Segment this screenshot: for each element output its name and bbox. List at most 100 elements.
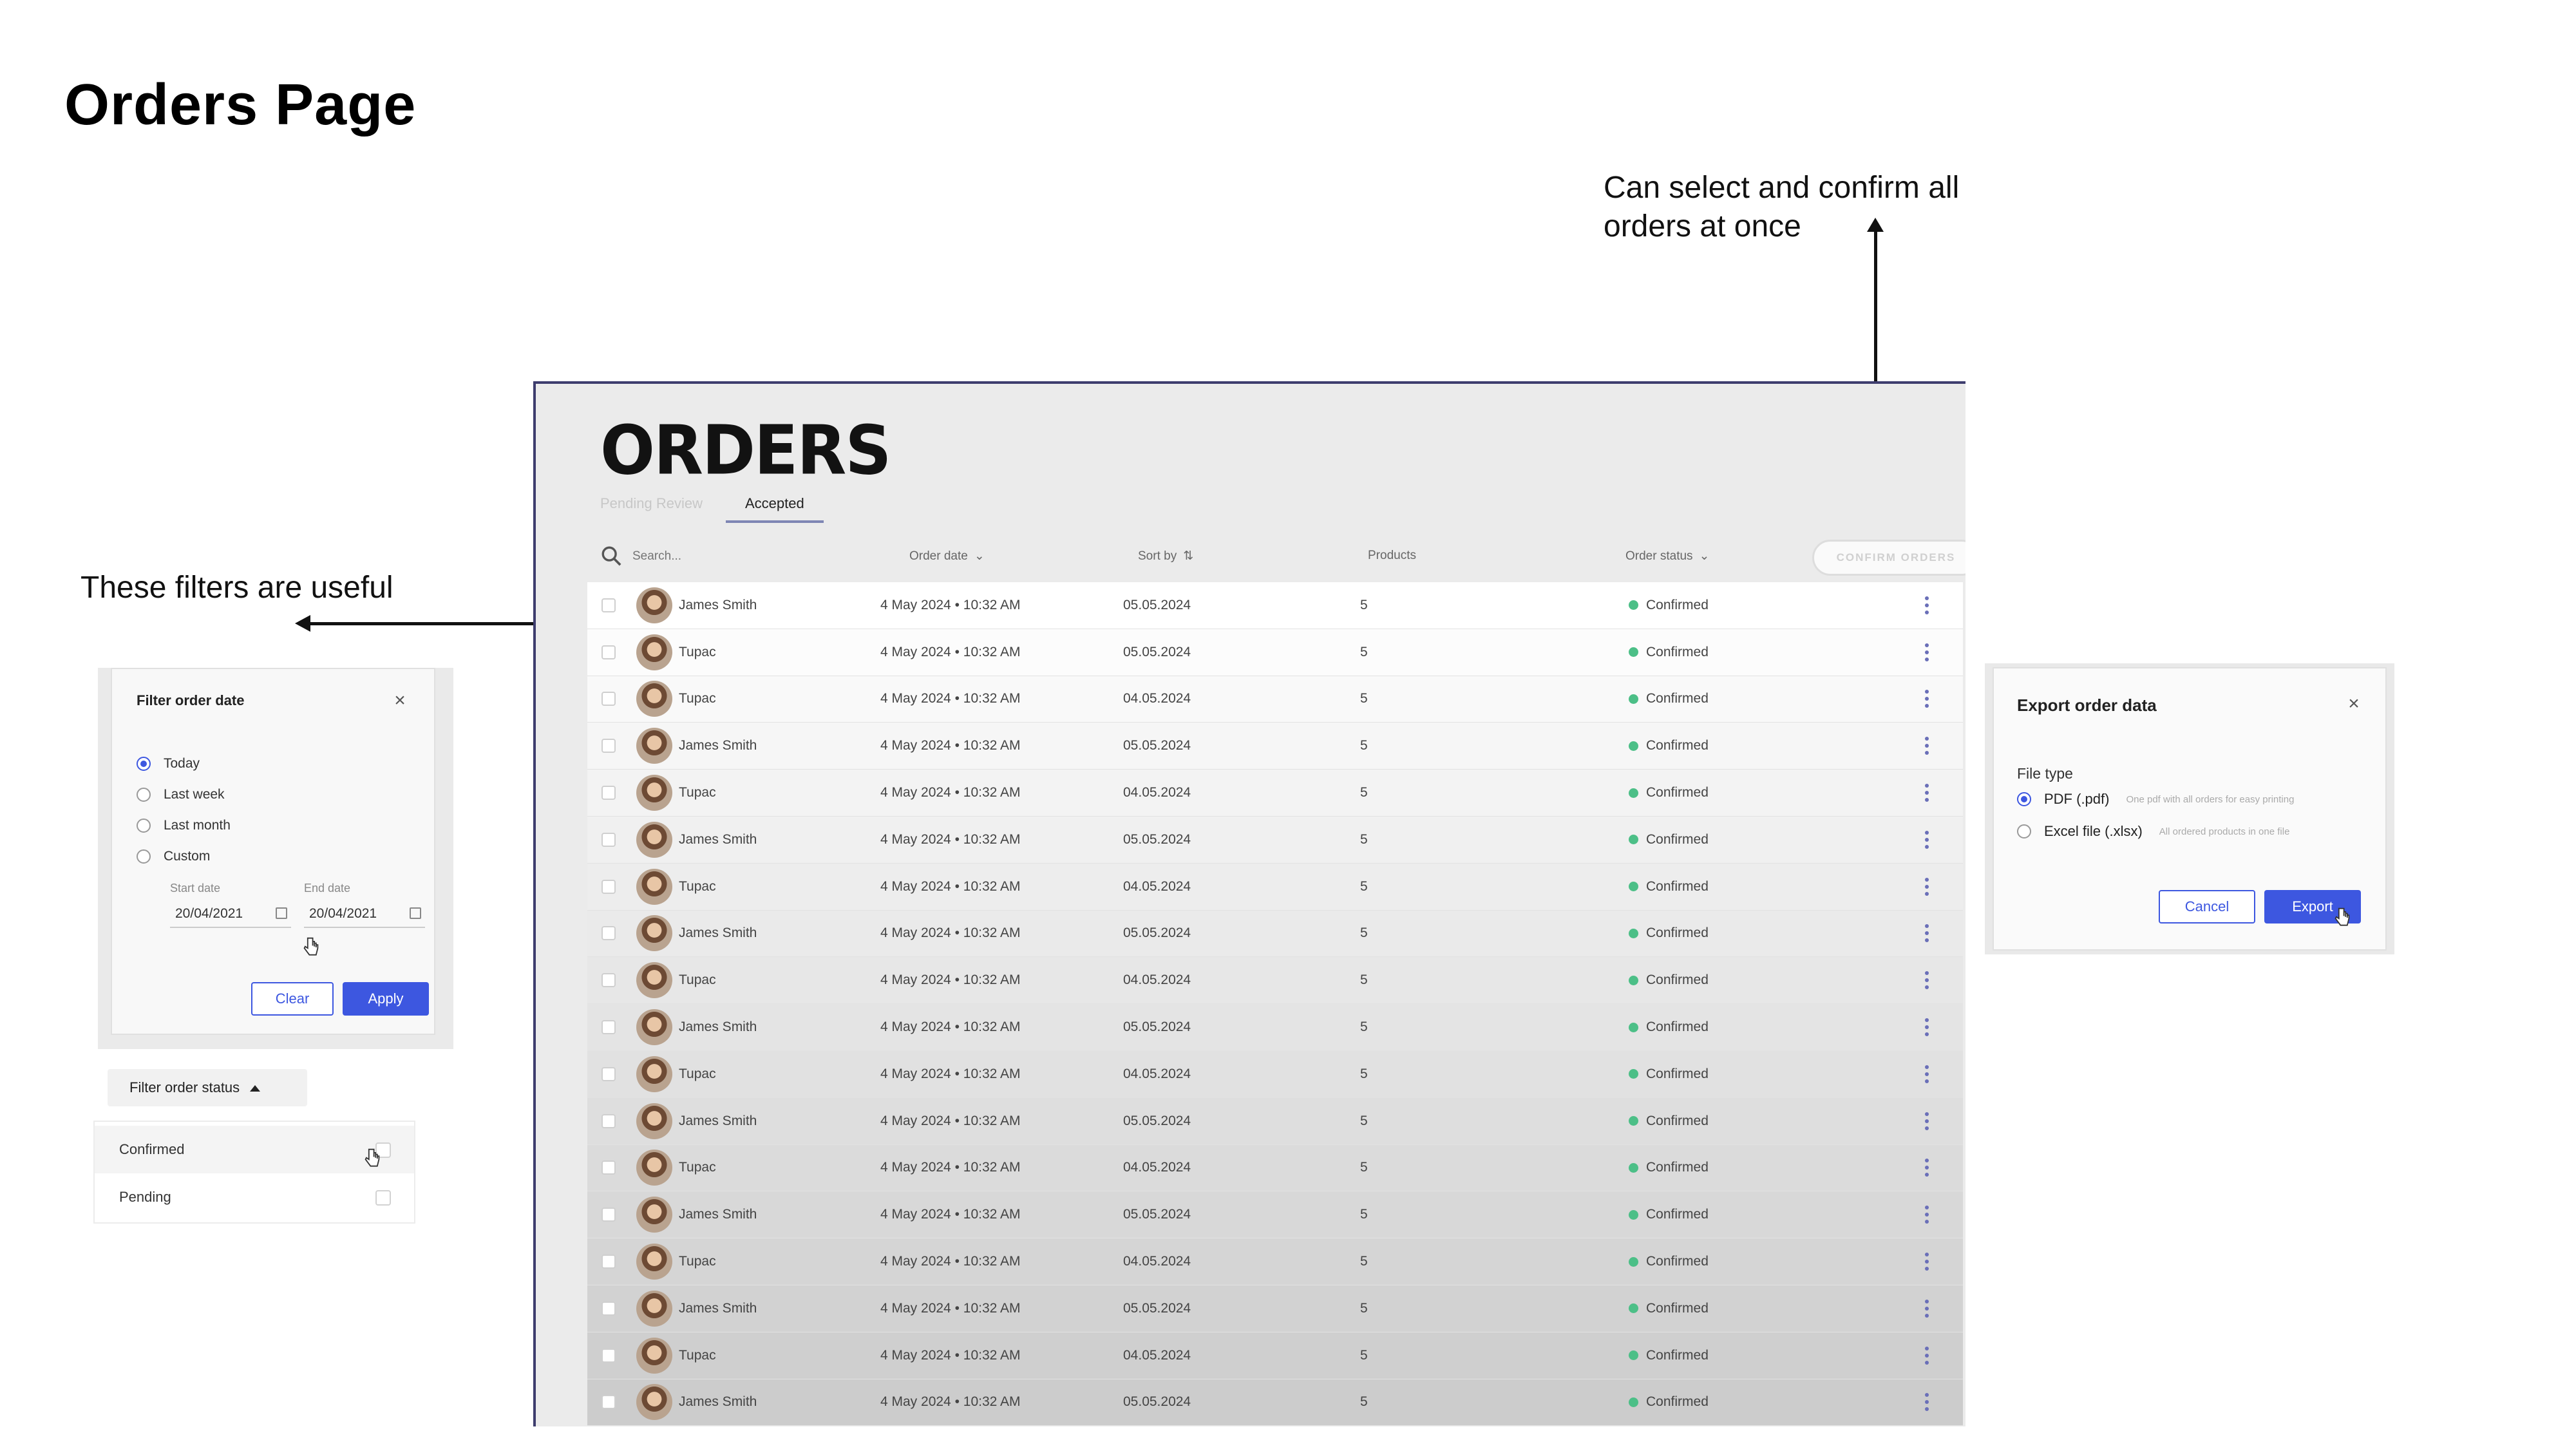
order-status-filter[interactable]: Order status ⌄ [1625,549,1709,564]
row-checkbox[interactable] [601,598,616,612]
more-options-icon[interactable] [1914,1202,1940,1227]
row-checkbox[interactable] [601,1160,616,1175]
search-input[interactable] [632,545,761,568]
row-checkbox[interactable] [601,1208,616,1222]
status-option-pending[interactable]: Pending [95,1173,414,1221]
table-row[interactable]: James Smith 4 May 2024 • 10:32 AM 05.05.20… [587,1097,1963,1145]
radio-button[interactable] [137,819,151,833]
radio-custom[interactable]: Custom [137,849,210,864]
radio-button[interactable] [137,757,151,771]
avatar [636,962,672,999]
search-icon[interactable] [600,545,622,567]
row-checkbox[interactable] [601,926,616,941]
start-date-field[interactable]: 20/04/2021 [170,900,291,928]
more-options-icon[interactable] [1914,1155,1940,1180]
row-checkbox[interactable] [601,832,616,847]
table-row[interactable]: Tupac 4 May 2024 • 10:32 AM 04.05.2024 5 Con… [587,676,1963,723]
order-date: 4 May 2024 • 10:32 AM [880,644,1021,659]
row-checkbox[interactable] [601,739,616,753]
export-option-pdf[interactable]: PDF (.pdf) One pdf with all orders for e… [2017,791,2294,808]
order-date: 4 May 2024 • 10:32 AM [880,1347,1021,1363]
export-option-excel[interactable]: Excel file (.xlsx) All ordered products … [2017,823,2289,840]
delivery-date: 05.05.2024 [1123,831,1191,847]
delivery-date: 05.05.2024 [1123,925,1191,941]
radio-button[interactable] [137,788,151,802]
more-options-icon[interactable] [1914,1296,1940,1321]
row-checkbox[interactable] [601,1255,616,1269]
row-checkbox[interactable] [601,1020,616,1035]
radio-last-week[interactable]: Last week [137,787,225,802]
end-date-field[interactable]: 20/04/2021 [304,900,425,928]
close-icon[interactable]: × [2344,694,2363,714]
more-options-icon[interactable] [1914,1108,1940,1134]
table-row[interactable]: Tupac 4 May 2024 • 10:32 AM 04.05.2024 5 Con… [587,1050,1963,1098]
sort-by-control[interactable]: Sort by ⇅ [1138,549,1193,564]
export-panel: Export order data × File type PDF (.pdf)… [1985,663,2394,954]
table-row[interactable]: Tupac 4 May 2024 • 10:32 AM 04.05.2024 5 Con… [587,1238,1963,1285]
row-checkbox[interactable] [601,1066,616,1081]
row-checkbox[interactable] [601,973,616,988]
more-options-icon[interactable] [1914,1014,1940,1040]
delivery-date: 04.05.2024 [1123,1066,1191,1081]
cancel-button[interactable]: Cancel [2159,890,2255,923]
status-dot-icon [1629,835,1638,845]
radio-button[interactable] [137,849,151,864]
more-options-icon[interactable] [1914,733,1940,759]
more-options-icon[interactable] [1914,1061,1940,1087]
table-row[interactable]: James Smith 4 May 2024 • 10:32 AM 05.05.20… [587,816,1963,864]
table-row[interactable]: Tupac 4 May 2024 • 10:32 AM 04.05.2024 5 Con… [587,957,1963,1005]
table-row[interactable]: Tupac 4 May 2024 • 10:32 AM 04.05.2024 5 Con… [587,1332,1963,1379]
table-row[interactable]: James Smith 4 May 2024 • 10:32 AM 05.05.20… [587,582,1963,629]
more-options-icon[interactable] [1914,780,1940,806]
radio-button[interactable] [2017,824,2031,838]
hand-cursor-icon [2334,907,2350,926]
table-row[interactable]: Tupac 4 May 2024 • 10:32 AM 04.05.2024 5 Con… [587,863,1963,911]
row-checkbox[interactable] [601,879,616,894]
row-checkbox[interactable] [601,1348,616,1363]
more-options-icon[interactable] [1914,1343,1940,1368]
more-options-icon[interactable] [1914,686,1940,712]
table-row[interactable]: James Smith 4 May 2024 • 10:32 AM 05.05.20… [587,1285,1963,1332]
more-options-icon[interactable] [1914,827,1940,853]
table-row[interactable]: James Smith 4 May 2024 • 10:32 AM 05.05.20… [587,910,1963,958]
close-icon[interactable]: × [390,691,410,710]
table-row[interactable]: Tupac 4 May 2024 • 10:32 AM 05.05.2024 5 Con… [587,629,1963,676]
table-row[interactable]: James Smith 4 May 2024 • 10:32 AM 05.05.20… [587,1004,1963,1051]
row-checkbox[interactable] [601,786,616,800]
radio-last-month[interactable]: Last month [137,818,231,833]
filter-status-button[interactable]: Filter order status [108,1069,307,1106]
order-date: 4 May 2024 • 10:32 AM [880,691,1021,706]
more-options-icon[interactable] [1914,1249,1940,1274]
file-type-label: File type [2017,765,2073,782]
tab-accepted[interactable]: Accepted [725,491,824,523]
status-badge: Confirmed [1629,598,1709,613]
row-checkbox[interactable] [601,692,616,706]
confirm-orders-button[interactable]: CONFIRM ORDERS [1812,540,1965,576]
radio-button[interactable] [2017,792,2031,806]
tab-pending-review[interactable]: Pending Review [600,491,726,523]
table-row[interactable]: Tupac 4 May 2024 • 10:32 AM 04.05.2024 5 Con… [587,1144,1963,1192]
order-date-filter[interactable]: Order date ⌄ [909,549,985,564]
more-options-icon[interactable] [1914,639,1940,665]
radio-today[interactable]: Today [137,756,200,772]
table-row[interactable]: James Smith 4 May 2024 • 10:32 AM 05.05.20… [587,1379,1963,1426]
more-options-icon[interactable] [1914,592,1940,618]
calendar-icon[interactable] [276,907,287,919]
clear-button[interactable]: Clear [251,982,334,1016]
row-checkbox[interactable] [601,1301,616,1316]
table-row[interactable]: James Smith 4 May 2024 • 10:32 AM 05.05.20… [587,723,1963,770]
more-options-icon[interactable] [1914,967,1940,993]
apply-button[interactable]: Apply [343,982,429,1016]
order-date: 4 May 2024 • 10:32 AM [880,1254,1021,1269]
checkbox[interactable] [375,1190,391,1206]
status-text: Confirmed [1646,1254,1709,1269]
more-options-icon[interactable] [1914,1389,1940,1415]
calendar-icon[interactable] [410,907,421,919]
row-checkbox[interactable] [601,1113,616,1128]
table-row[interactable]: James Smith 4 May 2024 • 10:32 AM 05.05.20… [587,1191,1963,1239]
more-options-icon[interactable] [1914,874,1940,900]
more-options-icon[interactable] [1914,920,1940,946]
table-row[interactable]: Tupac 4 May 2024 • 10:32 AM 04.05.2024 5 Con… [587,770,1963,817]
row-checkbox[interactable] [601,1395,616,1410]
row-checkbox[interactable] [601,645,616,659]
